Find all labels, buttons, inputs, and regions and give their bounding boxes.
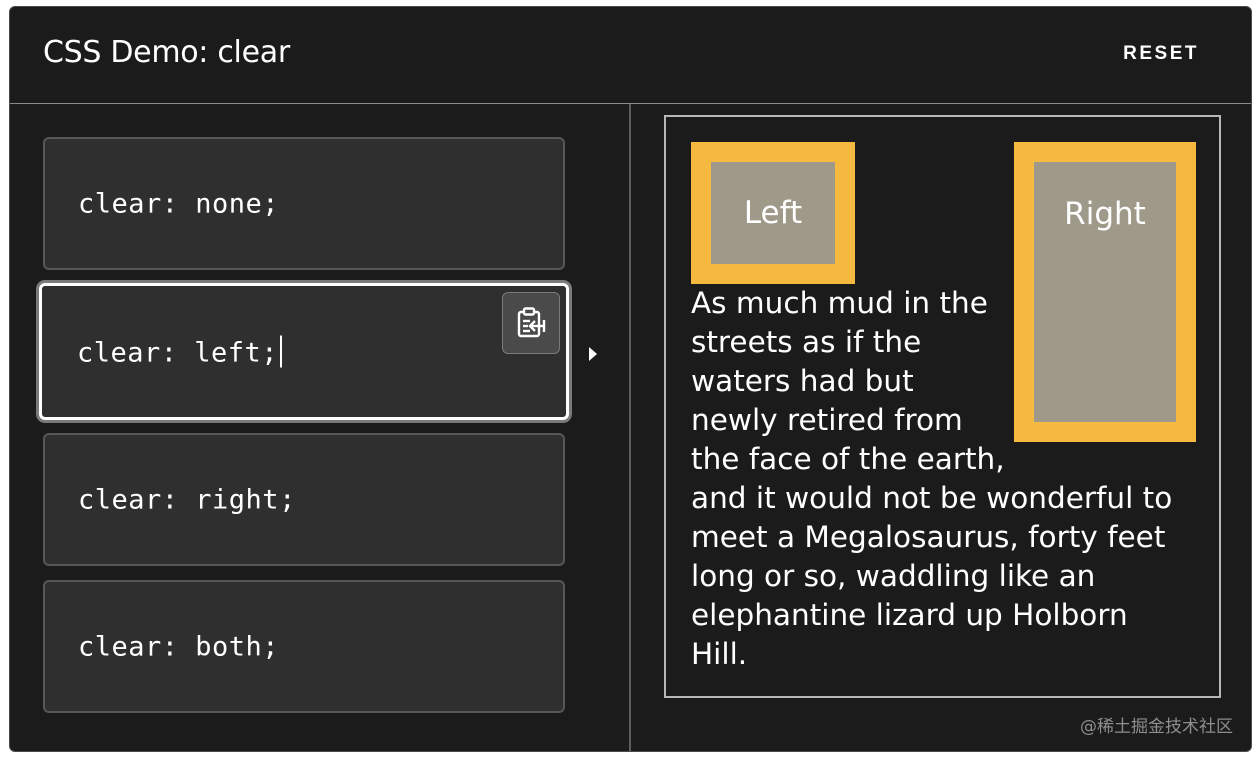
option-code-editor[interactable]: clear: left;: [77, 335, 283, 368]
paragraph-line: elephantine lizard up Holborn: [691, 598, 1128, 632]
float-left-label: Left: [711, 162, 835, 264]
paragraph-line: the face of the earth,: [691, 442, 1005, 476]
output-preview: Left Right As much mud in the streets as…: [664, 115, 1221, 698]
triangle-right-icon: [589, 347, 597, 361]
paragraph-line: waters had but: [691, 364, 914, 398]
paragraph-line: streets as if the: [691, 325, 922, 359]
option-code: clear: none;: [78, 188, 280, 219]
copy-button[interactable]: [502, 292, 560, 354]
demo-header: CSS Demo: clear RESET: [10, 7, 1251, 104]
reset-button[interactable]: RESET: [1123, 43, 1199, 65]
watermark: @稀土掘金技术社区: [1080, 717, 1233, 737]
paragraph-line: As much mud in the: [691, 286, 988, 320]
option-clear-both[interactable]: clear: both;: [43, 580, 565, 713]
option-clear-right[interactable]: clear: right;: [43, 433, 565, 566]
paragraph-line: newly retired from: [691, 403, 963, 437]
panel-divider: [629, 104, 631, 751]
css-demo-panel: CSS Demo: clear RESET clear: none; clear…: [9, 6, 1252, 752]
text-caret: [280, 335, 283, 367]
paragraph-line: and it would not be wonderful to: [691, 481, 1173, 515]
clipboard-copy-icon: [517, 307, 546, 338]
option-code: clear: right;: [78, 484, 296, 515]
option-code-text: clear: left;: [77, 337, 279, 368]
float-left-box: Left: [691, 142, 855, 284]
paragraph-line: long or so, waddling like an: [691, 559, 1096, 593]
paragraph-line: Hill.: [691, 637, 748, 671]
option-code: clear: both;: [78, 631, 280, 662]
float-right-box: Right: [1014, 142, 1196, 442]
float-right-label: Right: [1034, 162, 1176, 422]
option-clear-none[interactable]: clear: none;: [43, 137, 565, 270]
option-clear-left[interactable]: clear: left;: [39, 283, 569, 420]
page-title: CSS Demo: clear: [43, 35, 290, 70]
paragraph-line: meet a Megalosaurus, forty feet: [691, 520, 1166, 554]
